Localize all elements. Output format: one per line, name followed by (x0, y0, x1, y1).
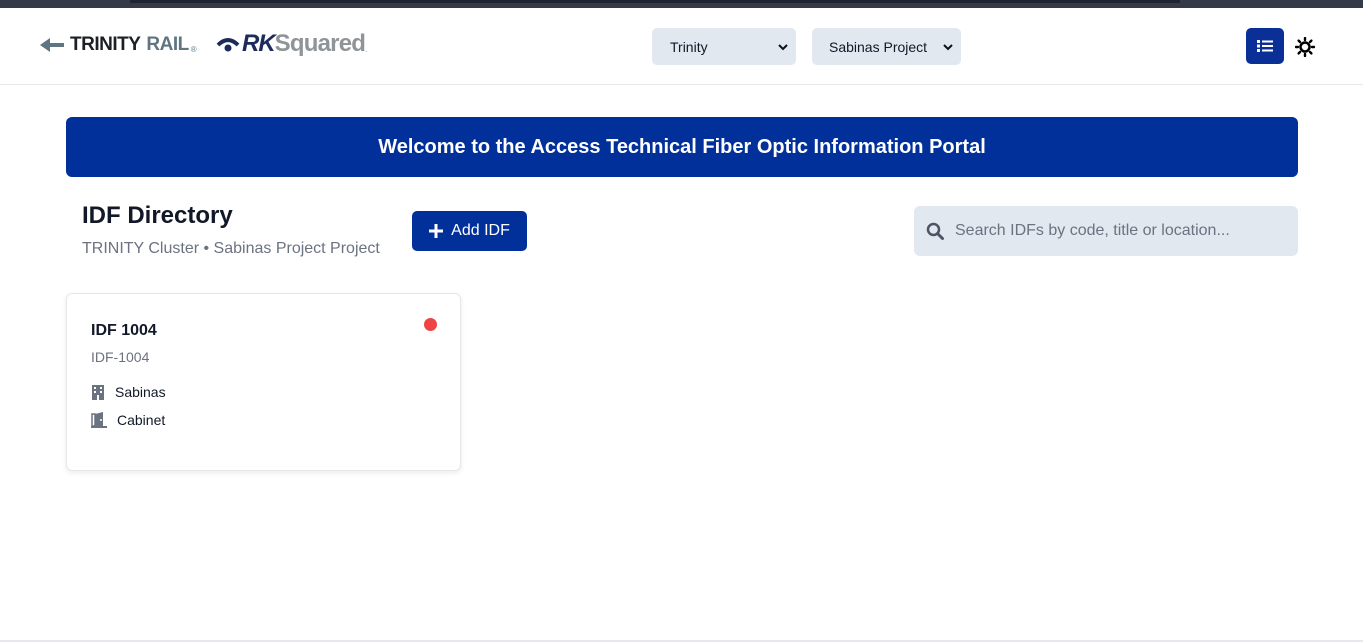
idf-card-title: IDF 1004 (91, 322, 157, 339)
rksquared-logo: RK Squared. (216, 30, 367, 58)
status-indicator (424, 318, 437, 331)
sun-icon (1295, 37, 1315, 57)
search-icon (926, 222, 944, 240)
search-input[interactable] (955, 222, 1275, 240)
list-view-button[interactable] (1246, 28, 1284, 64)
rk-signal-icon (216, 38, 240, 52)
cluster-select[interactable]: Trinity (652, 28, 796, 65)
chevron-down-icon (943, 43, 953, 50)
project-select[interactable]: Sabinas Project (812, 28, 961, 65)
welcome-banner: Welcome to the Access Technical Fiber Op… (66, 117, 1298, 177)
idf-card-location: Cabinet (91, 412, 165, 428)
door-icon (91, 412, 107, 428)
theme-toggle-button[interactable] (1294, 36, 1316, 58)
page-title: IDF Directory (82, 202, 233, 229)
add-idf-button[interactable]: Add IDF (412, 211, 527, 251)
cluster-select-value: Trinity (670, 38, 708, 55)
trinity-arrow-icon (40, 38, 64, 52)
browser-top-strip (0, 0, 1363, 8)
idf-card-site-label: Sabinas (115, 384, 166, 400)
plus-icon (429, 224, 444, 238)
idf-card-code: IDF-1004 (91, 349, 150, 365)
idf-card[interactable]: IDF 1004 IDF-1004 Sabinas Cabinet (66, 293, 461, 471)
building-icon (92, 385, 104, 400)
bottom-divider (0, 640, 1363, 642)
add-idf-label: Add IDF (451, 222, 510, 239)
trinityrail-logo: TRINITY RAIL ® (40, 34, 197, 56)
idf-card-location-label: Cabinet (117, 412, 166, 428)
chevron-down-icon (778, 43, 788, 50)
idf-card-site: Sabinas (91, 384, 166, 400)
project-select-value: Sabinas Project (829, 38, 928, 55)
app-header: TRINITY RAIL ® RK Squared. Trinity Sabinas … (0, 8, 1363, 85)
search-box[interactable] (914, 206, 1298, 256)
page-subtitle: TRINITY Cluster • Sabinas Project Projec… (82, 240, 380, 257)
list-icon (1257, 40, 1273, 52)
